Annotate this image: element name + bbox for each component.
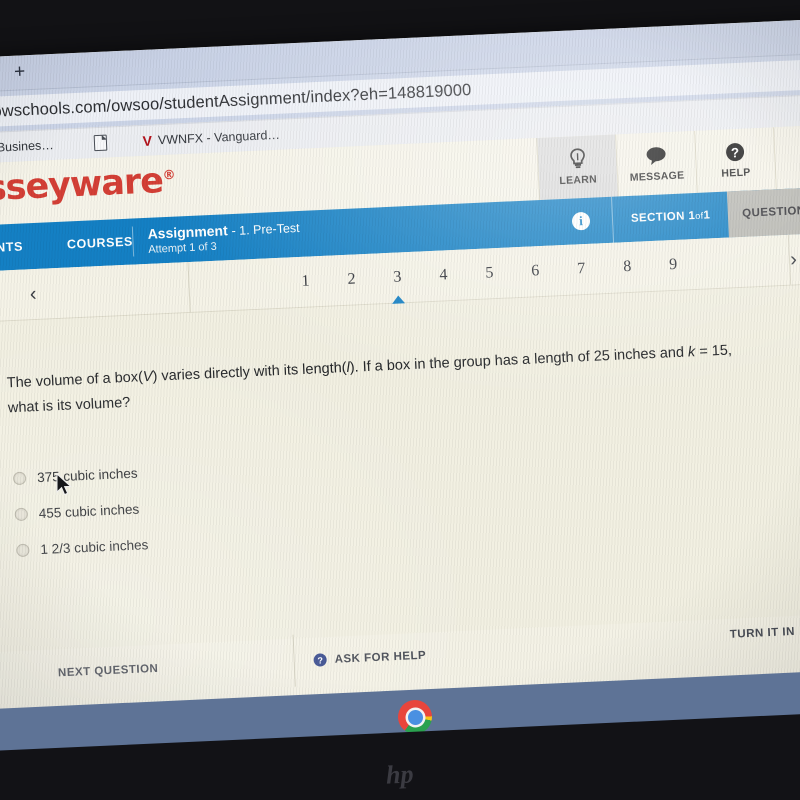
- answer-option-1[interactable]: 375 cubic inches: [12, 465, 146, 486]
- section-prefix: SECTION: [630, 210, 686, 225]
- question-indicator: QUESTION 3of17: [727, 185, 800, 238]
- speech-bubble-icon: [645, 145, 668, 166]
- pager-next-button[interactable]: ›: [790, 248, 798, 271]
- mouse-cursor: [56, 473, 72, 496]
- pager-page-8[interactable]: 8: [604, 257, 651, 277]
- next-question-button[interactable]: NEXT QUESTION: [58, 663, 159, 680]
- question-mark-icon: ?: [725, 141, 746, 162]
- hp-logo: hp: [385, 759, 415, 790]
- topnav-label: HELP: [721, 165, 751, 180]
- option-label: 455 cubic inches: [38, 501, 140, 522]
- nav-link-courses[interactable]: COURSES: [67, 235, 134, 252]
- topnav-item-message[interactable]: MESSAGE: [615, 130, 697, 197]
- pager-right-arrows: › »: [790, 245, 800, 271]
- pager-left-arrows: « ‹: [0, 276, 189, 309]
- topnav-label: LEARN: [559, 172, 598, 187]
- pager-page-5[interactable]: 5: [466, 263, 513, 283]
- laptop-screen-photo: + owschools.com/owsoo/studentAssignment/…: [0, 0, 800, 800]
- chrome-icon[interactable]: [397, 699, 433, 739]
- option-label: 375 cubic inches: [36, 465, 138, 486]
- logo-registered-mark: ®: [162, 167, 175, 184]
- answer-option-2[interactable]: 455 cubic inches: [14, 501, 147, 522]
- logo-text: dysseyware: [0, 161, 164, 212]
- pager-prev-button[interactable]: ‹: [29, 282, 37, 305]
- question-prefix: QUESTION: [742, 204, 800, 220]
- answer-option-3[interactable]: 1 2/3 cubic inches: [16, 537, 149, 558]
- section-total: 1: [703, 209, 711, 222]
- pager-page-6[interactable]: 6: [512, 261, 559, 281]
- ask-for-help-button[interactable]: ? ASK FOR HELP: [313, 649, 426, 667]
- radio-button[interactable]: [16, 543, 30, 558]
- bookmark-virtual-business[interactable]: Virtual Busines…: [0, 138, 54, 156]
- assignment-info: Assignment - 1. Pre-Test Attempt 1 of 3: [133, 211, 301, 264]
- topnav-label: MESSAGE: [629, 168, 685, 184]
- assignment-title: Assignment: [147, 222, 228, 242]
- vanguard-v-icon: V: [142, 132, 153, 149]
- radio-button[interactable]: [12, 471, 27, 486]
- topnav-item-signout[interactable]: SIGN: [772, 123, 800, 190]
- assignment-subtitle: - 1. Pre-Test: [231, 220, 300, 239]
- bookmark-label: VWNFX - Vanguard…: [157, 127, 281, 148]
- info-icon: i: [571, 211, 591, 231]
- question-area: The volume of a box(V) varies directly w…: [0, 282, 800, 653]
- odysseyware-logo: dysseyware®: [0, 161, 176, 212]
- question-part-3: ). If a box in the group has a length of…: [349, 344, 689, 376]
- pager-page-7[interactable]: 7: [558, 259, 605, 279]
- bookmark-vanguard[interactable]: V VWNFX - Vanguard…: [142, 127, 280, 149]
- footer-divider: [292, 634, 296, 687]
- bookmark-label: Virtual Busines…: [0, 138, 55, 156]
- topnav-item-learn[interactable]: LEARN: [536, 134, 618, 201]
- topnav-item-help[interactable]: ? HELP: [694, 127, 776, 193]
- pager-page-2[interactable]: 2: [328, 270, 375, 290]
- nav-link-assignments[interactable]: NMENTS: [0, 240, 23, 257]
- option-label: 1 2/3 cubic inches: [40, 537, 149, 558]
- pager-page-3[interactable]: 3: [374, 268, 421, 288]
- browser-window: + owschools.com/owsoo/studentAssignment/…: [0, 18, 800, 718]
- odysseyware-app: dysseyware® LEARN MESSAGE ? HELP NMENTS …: [0, 123, 800, 713]
- pager-page-4[interactable]: 4: [420, 265, 467, 285]
- question-part-1: The volume of a box(: [6, 369, 144, 392]
- svg-text:?: ?: [731, 145, 740, 160]
- assignment-nav-left: NMENTS COURSES: [0, 219, 134, 272]
- question-text: The volume of a box(V) varies directly w…: [6, 338, 738, 422]
- question-part-2: ) varies directly with its length(: [152, 359, 347, 385]
- new-tab-button[interactable]: +: [10, 61, 29, 82]
- lightbulb-icon: [568, 148, 586, 169]
- ask-help-label: ASK FOR HELP: [334, 649, 427, 666]
- info-button[interactable]: i: [549, 197, 613, 246]
- pager-page-9[interactable]: 9: [650, 255, 697, 275]
- radio-button[interactable]: [14, 507, 29, 522]
- bookmark-document[interactable]: [93, 134, 108, 152]
- section-indicator: SECTION 1 of 1: [610, 191, 730, 243]
- turn-it-in-button[interactable]: TURN IT IN: [730, 626, 796, 641]
- answer-options: 375 cubic inches 455 cubic inches 1 2/3 …: [12, 465, 149, 558]
- ask-help-icon: ?: [313, 653, 327, 667]
- pager-page-1[interactable]: 1: [282, 272, 329, 292]
- document-icon: [93, 134, 108, 152]
